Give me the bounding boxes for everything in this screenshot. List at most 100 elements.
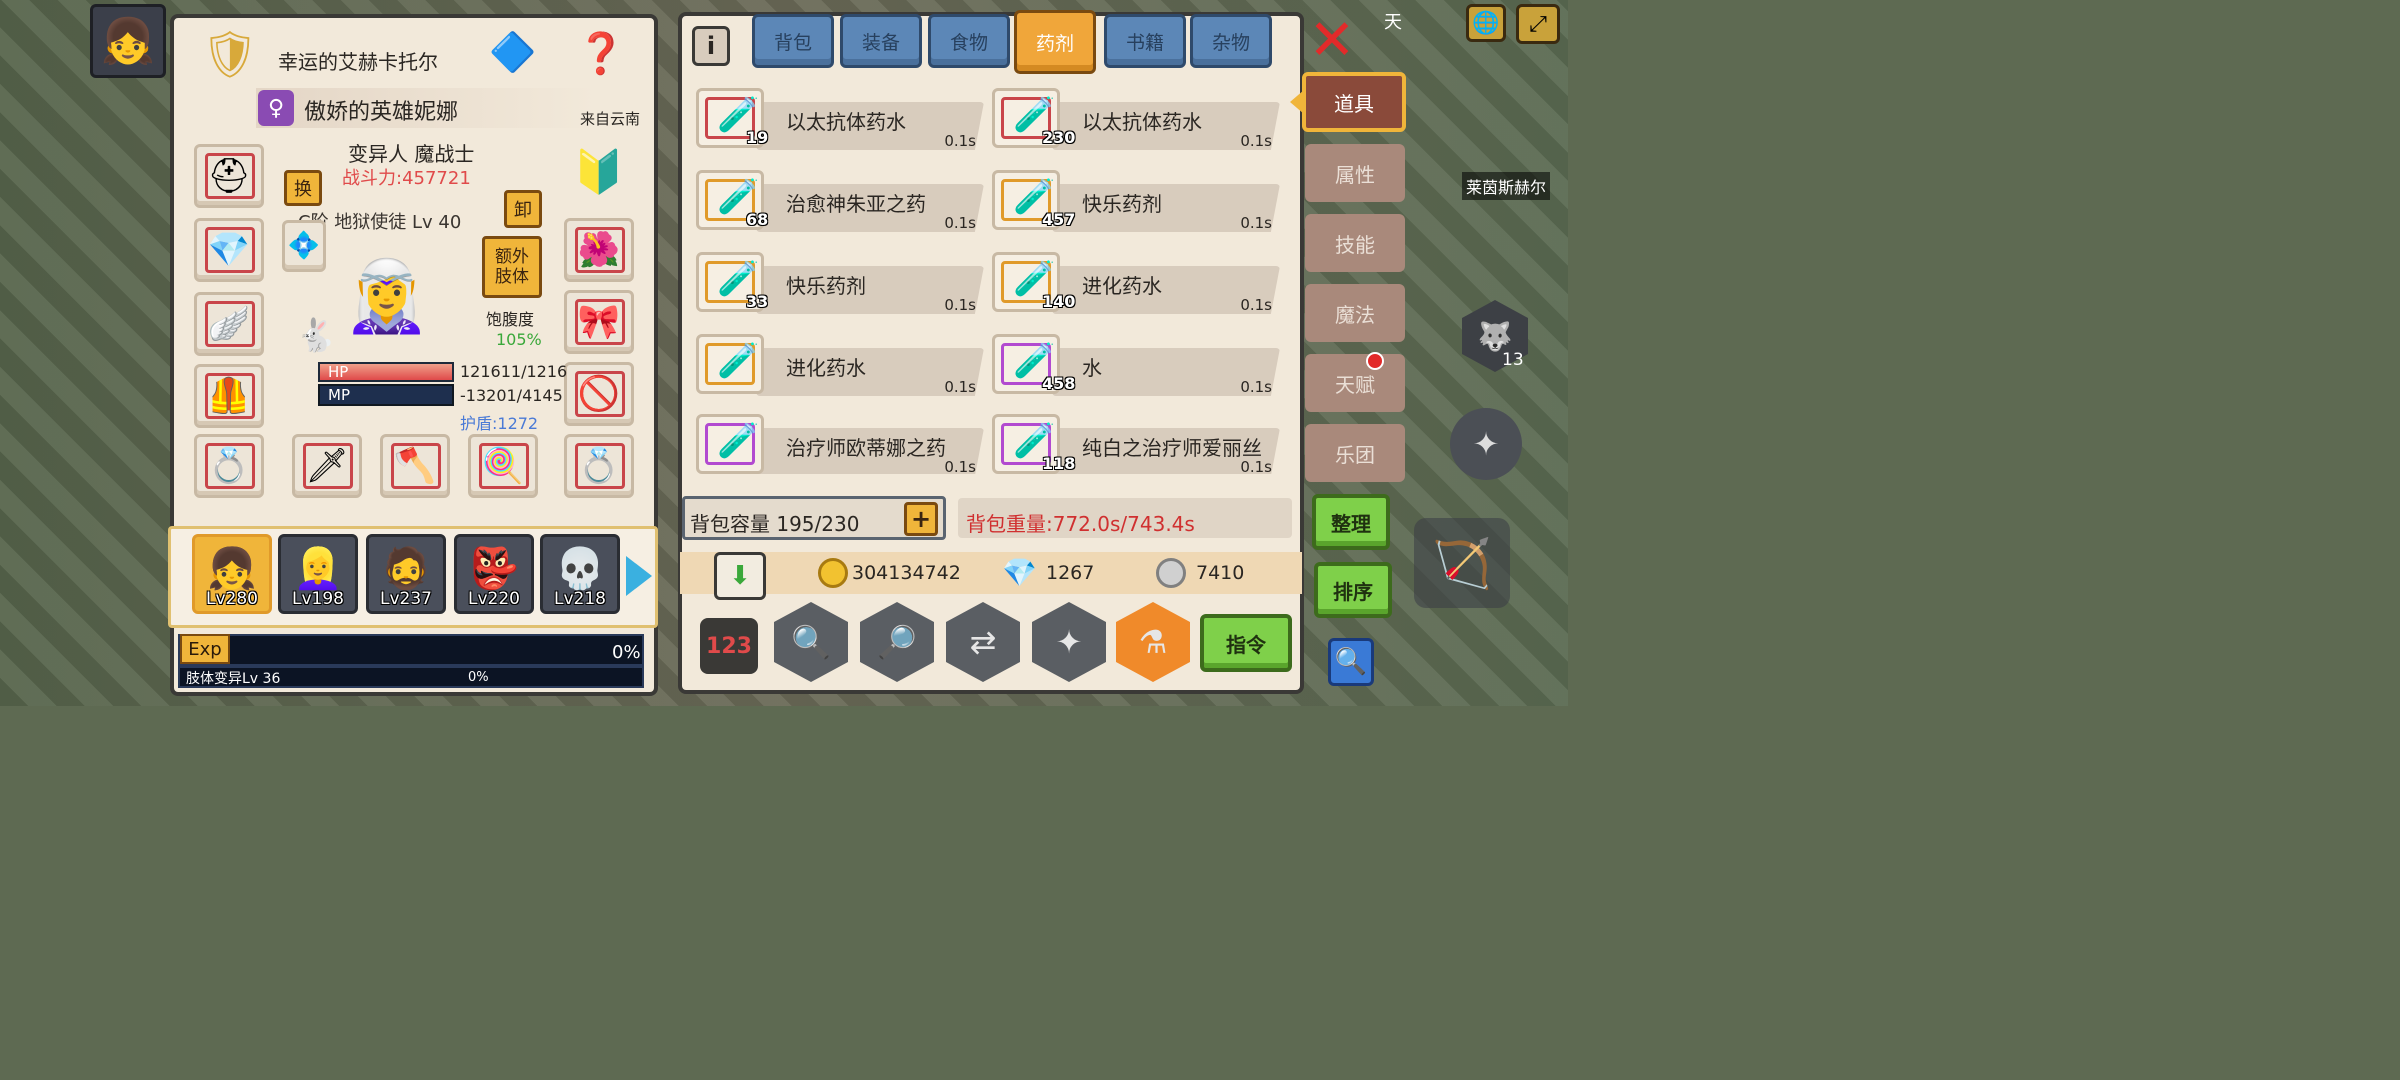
party-level: Lv237 [380,589,432,609]
close-icon[interactable]: ✕ [1306,13,1358,69]
equip-slot-emblem[interactable]: 🔰 [564,140,634,204]
equip-slot-flower[interactable]: 🌺 [564,218,634,282]
axe-icon: 🪓 [393,446,437,486]
zoom-search-icon[interactable]: 🔍 [1328,638,1374,686]
sort-button[interactable]: 排序 [1314,562,1392,618]
number-toggle-icon[interactable]: 123 [700,618,758,674]
equip-slot-wings[interactable]: 🪽 [194,292,264,356]
list-item[interactable]: 🧪 治愈神朱亚之药 0.1s 68 [696,170,986,234]
helmet-icon: ⛑ [207,156,251,196]
list-item[interactable]: 🧪 以太抗体药水 0.1s 19 [696,88,986,152]
party-member-5[interactable]: 💀 Lv218 [540,534,620,614]
hp-label: HP [328,363,349,381]
player-portrait[interactable]: 👧 [90,4,166,78]
item-name: 快乐药剂 [1082,192,1162,216]
party-level: Lv198 [292,589,344,609]
rank-badge-icon: 🛡 [200,26,260,81]
item-count: 33 [746,292,769,311]
equip-slot-weapon-off[interactable]: 🪓 [380,434,450,498]
map-icon[interactable]: 🌐 [1466,4,1506,42]
tab-food[interactable]: 食物 [928,14,1010,68]
portal-icon[interactable]: 🔷 [482,22,544,82]
party-member-4[interactable]: 👺 Lv220 [454,534,534,614]
satiety-value: 105% [496,330,542,349]
belt-icon: 🎀 [577,302,621,342]
list-item[interactable]: 🧪 纯白之治疗师爱丽丝 0.1s 118 [992,414,1282,474]
list-item[interactable]: 🧪 水 0.1s 458 [992,334,1282,398]
item-name: 水 [1082,356,1102,380]
npc-name-label: 莱茵斯赫尔 [1462,172,1551,200]
silver-coin-icon [1156,558,1186,588]
spear-icon: 🗡 [305,446,349,486]
side-tab-band[interactable]: 乐团 [1305,424,1405,482]
extra-limb-button[interactable]: 额外 肢体 [482,236,542,298]
equip-slot-ring-left[interactable]: 💍 [194,434,264,498]
side-tab-attributes[interactable]: 属性 [1305,144,1405,202]
world-shuriken-icon[interactable]: ✦ [1450,408,1522,480]
item-name: 纯白之治疗师爱丽丝 [1082,436,1262,460]
command-button[interactable]: 指令 [1200,614,1292,672]
fullscreen-icon[interactable]: ⤢ [1516,4,1560,44]
limb-exp-label: 肢体变异Lv 36 [186,671,281,687]
item-weight: 0.1s [1240,296,1272,314]
tab-books[interactable]: 书籍 [1104,14,1186,68]
tab-misc[interactable]: 杂物 [1190,14,1272,68]
character-origin: 来自云南 [580,110,641,128]
equip-slot-blocked[interactable]: 🚫 [564,362,634,426]
party-level: Lv220 [468,589,520,609]
item-count: 118 [1042,454,1076,473]
item-weight: 0.1s [944,296,976,314]
side-tab-items[interactable]: 道具 [1302,72,1406,132]
side-tab-skills[interactable]: 技能 [1305,214,1405,272]
limb-exp-percent: 0% [468,670,489,685]
gold-ring-icon: 💍 [577,446,621,486]
bag-capacity: 背包容量 195/230 [690,512,860,536]
organize-button[interactable]: 整理 [1312,494,1390,550]
list-item[interactable]: 🧪 治疗师欧蒂娜之药 0.1s [696,414,986,474]
violet-potion-icon: 🧪 [717,341,760,381]
world-bow-icon[interactable]: 🏹 [1414,518,1510,608]
mp-label: MP [328,386,350,404]
armor-icon: 🦺 [207,376,251,416]
hp-value: 121611/1216 [460,362,568,381]
item-count: 19 [746,128,769,147]
equip-slot-belt[interactable]: 🎀 [564,290,634,354]
list-item[interactable]: 🧪 以太抗体药水 0.1s 230 [992,88,1282,152]
tab-equipment[interactable]: 装备 [840,14,922,68]
item-name: 治疗师欧蒂娜之药 [786,436,946,460]
equip-slot-helmet[interactable]: ⛑ [194,144,264,208]
mp-value: -13201/4145 [460,386,563,405]
party-member-2[interactable]: 👱‍♀️ Lv198 [278,534,358,614]
character-name: 傲娇的英雄妮娜 [304,100,459,125]
party-member-1[interactable]: 👧 Lv280 [192,534,272,614]
character-title: 幸运的艾赫卡托尔 [278,50,438,74]
list-item[interactable]: 🧪 进化药水 0.1s [696,334,986,398]
side-tab-talent[interactable]: 天赋 [1305,354,1405,412]
gold-coin-icon [818,558,848,588]
party-avatar: 👺 [469,545,519,592]
side-tab-magic[interactable]: 魔法 [1305,284,1405,342]
equip-slot-lollipop[interactable]: 🍭 [468,434,538,498]
list-item[interactable]: 🧪 快乐药剂 0.1s 33 [696,252,986,316]
equip-slot-armor[interactable]: 🦺 [194,364,264,428]
download-icon[interactable]: ⬇ [714,552,766,600]
expand-bag-button[interactable]: + [904,502,938,536]
equip-slot-ring-right[interactable]: 💍 [564,434,634,498]
list-item[interactable]: 🧪 进化药水 0.1s 140 [992,252,1282,316]
exp-bar [178,634,644,666]
list-item[interactable]: 🧪 快乐药剂 0.1s 457 [992,170,1282,234]
bag-weight: 背包重量:772.0s/743.4s [966,512,1195,536]
swap-button[interactable]: 换 [284,170,322,206]
silver-amount: 7410 [1196,562,1245,584]
unequip-button[interactable]: 卸 [504,190,542,228]
item-count: 458 [1042,374,1076,393]
party-member-3[interactable]: 🧔 Lv237 [366,534,446,614]
hanger-icon[interactable]: ❓ [554,22,648,84]
party-level: Lv280 [206,589,258,609]
equip-slot-necklace[interactable]: 💎 [194,218,264,282]
info-icon[interactable]: i [692,26,730,66]
flower-icon: 🌺 [577,230,621,270]
tab-backpack[interactable]: 背包 [752,14,834,68]
tab-potions[interactable]: 药剂 [1014,10,1096,74]
equip-slot-weapon-main[interactable]: 🗡 [292,434,362,498]
